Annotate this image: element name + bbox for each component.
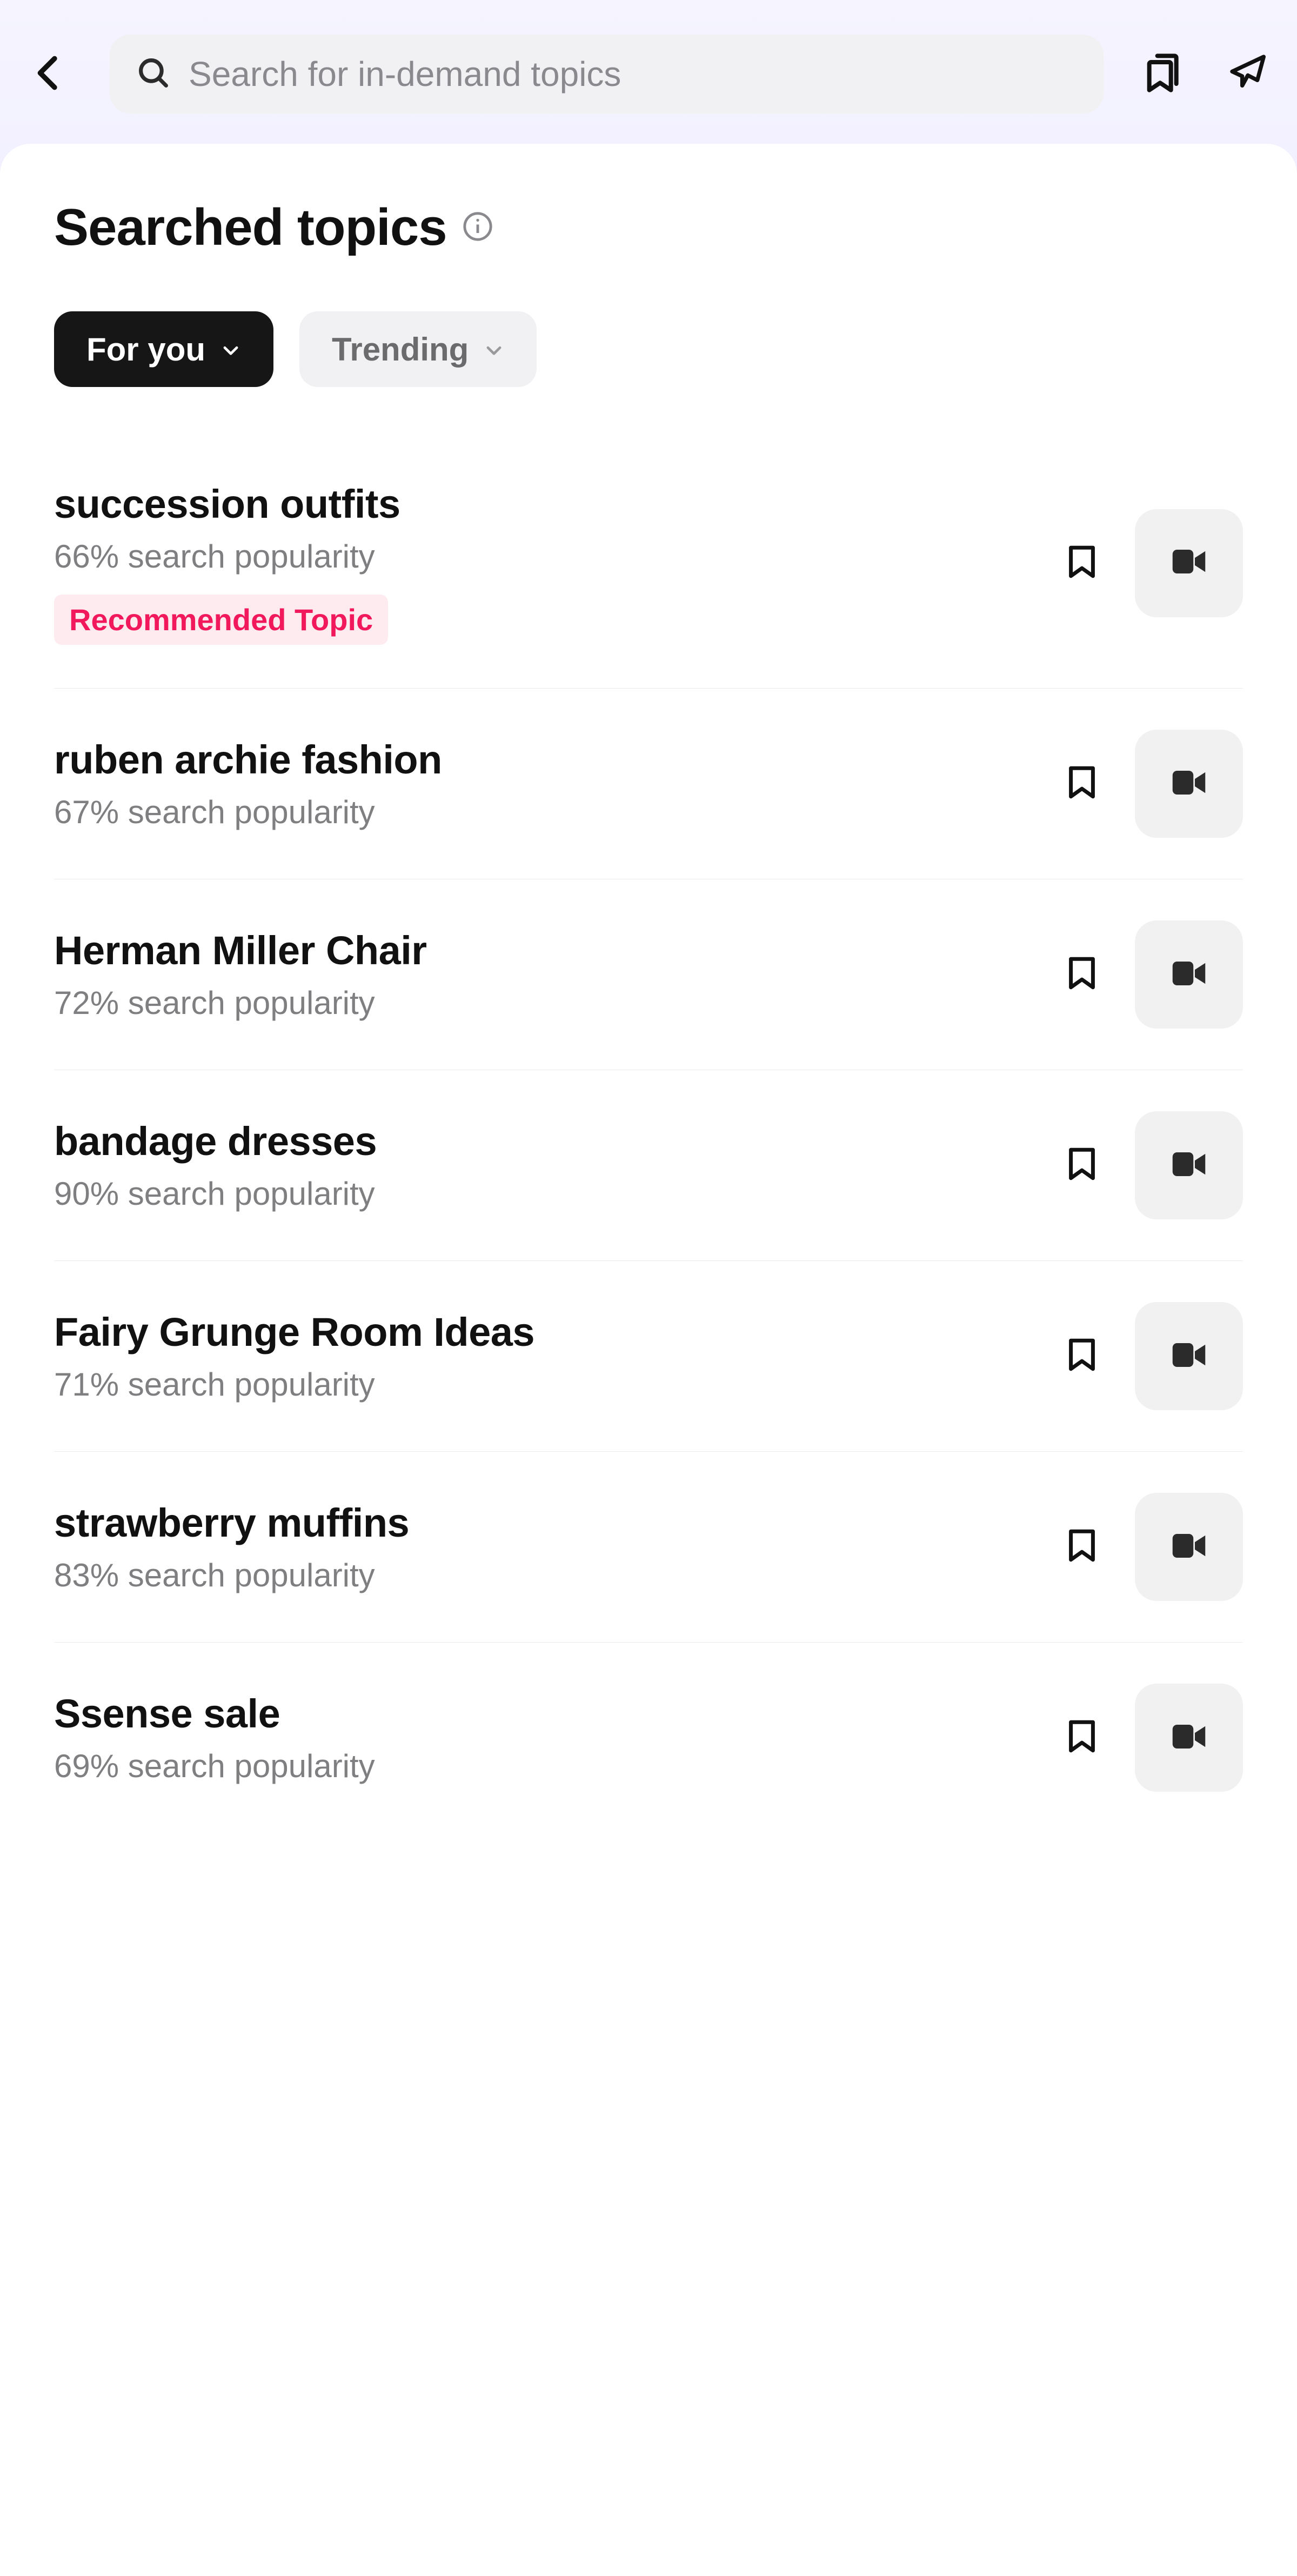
topic-row[interactable]: succession outfits 66% search popularity R… (54, 446, 1243, 689)
bookmark-topic-button[interactable] (1055, 1711, 1109, 1765)
create-video-button[interactable] (1135, 1302, 1243, 1410)
create-video-button[interactable] (1135, 1684, 1243, 1792)
topic-info: Herman Miller Chair 72% search popularity (54, 927, 1029, 1022)
info-button[interactable] (462, 211, 493, 245)
chevron-down-icon (220, 331, 241, 368)
info-icon (462, 235, 493, 244)
bookmark-icon (1063, 1713, 1101, 1762)
search-placeholder: Search for in-demand topics (189, 54, 621, 94)
create-video-button[interactable] (1135, 1111, 1243, 1219)
topic-row[interactable]: bandage dresses 90% search popularity (54, 1070, 1243, 1261)
app-header: Search for in-demand topics (0, 0, 1297, 114)
bookmark-topic-button[interactable] (1055, 757, 1109, 811)
create-video-button[interactable] (1135, 509, 1243, 617)
chevron-down-icon (484, 331, 504, 368)
search-input[interactable]: Search for in-demand topics (110, 35, 1104, 114)
topic-row[interactable]: ruben archie fashion 67% search popularit… (54, 689, 1243, 879)
page-title-row: Searched topics (54, 198, 1243, 257)
topic-popularity: 69% search popularity (54, 1747, 1029, 1785)
topic-info: Ssense sale 69% search popularity (54, 1691, 1029, 1785)
topic-info: succession outfits 66% search popularity R… (54, 481, 1029, 645)
bookmarks-button[interactable] (1141, 51, 1187, 97)
bookmark-icon (1063, 1141, 1101, 1190)
filter-for-you[interactable]: For you (54, 311, 273, 387)
bookmark-topic-button[interactable] (1055, 1329, 1109, 1383)
video-icon (1166, 765, 1212, 803)
topic-title: ruben archie fashion (54, 737, 1029, 783)
create-video-button[interactable] (1135, 730, 1243, 838)
topic-popularity: 71% search popularity (54, 1366, 1029, 1403)
page-title: Searched topics (54, 198, 447, 257)
video-icon (1166, 1146, 1212, 1185)
bookmark-topic-button[interactable] (1055, 1138, 1109, 1192)
topic-info: ruben archie fashion 67% search popularit… (54, 737, 1029, 831)
topic-title: Ssense sale (54, 1691, 1029, 1737)
bookmark-topic-button[interactable] (1055, 947, 1109, 1002)
bookmarks-icon (1143, 51, 1186, 97)
video-icon (1166, 956, 1212, 994)
video-icon (1166, 544, 1212, 582)
topic-info: strawberry muffins 83% search popularity (54, 1500, 1029, 1594)
video-icon (1166, 1528, 1212, 1566)
content-card: Searched topics For you Trending success… (0, 144, 1297, 2522)
video-icon (1166, 1719, 1212, 1757)
search-icon (136, 55, 171, 94)
topic-title: strawberry muffins (54, 1500, 1029, 1546)
bookmark-icon (1063, 759, 1101, 808)
share-button[interactable] (1225, 51, 1271, 97)
filter-row: For you Trending (54, 311, 1243, 387)
topic-popularity: 67% search popularity (54, 793, 1029, 831)
topic-title: Fairy Grunge Room Ideas (54, 1309, 1029, 1355)
filter-trending-label: Trending (332, 331, 469, 368)
chevron-left-icon (28, 51, 71, 97)
bookmark-topic-button[interactable] (1055, 1520, 1109, 1574)
topic-row[interactable]: Herman Miller Chair 72% search popularity (54, 879, 1243, 1070)
topic-popularity: 72% search popularity (54, 984, 1029, 1022)
bookmark-icon (1063, 1523, 1101, 1571)
create-video-button[interactable] (1135, 920, 1243, 1029)
back-button[interactable] (26, 51, 72, 97)
video-icon (1166, 1337, 1212, 1376)
share-icon (1227, 51, 1270, 97)
topic-popularity: 83% search popularity (54, 1557, 1029, 1594)
recommended-badge: Recommended Topic (54, 595, 388, 645)
create-video-button[interactable] (1135, 1493, 1243, 1601)
topic-title: Herman Miller Chair (54, 927, 1029, 973)
filter-for-you-label: For you (86, 331, 205, 368)
topics-list: succession outfits 66% search popularity R… (54, 446, 1243, 1833)
bookmark-topic-button[interactable] (1055, 536, 1109, 590)
topic-info: Fairy Grunge Room Ideas 71% search popula… (54, 1309, 1029, 1403)
bookmark-icon (1063, 950, 1101, 999)
topic-popularity: 66% search popularity (54, 538, 1029, 575)
topic-row[interactable]: Ssense sale 69% search popularity (54, 1643, 1243, 1833)
topic-title: bandage dresses (54, 1118, 1029, 1164)
topic-row[interactable]: Fairy Grunge Room Ideas 71% search popula… (54, 1261, 1243, 1452)
bookmark-icon (1063, 539, 1101, 588)
topic-title: succession outfits (54, 481, 1029, 527)
topic-popularity: 90% search popularity (54, 1175, 1029, 1212)
topic-row[interactable]: strawberry muffins 83% search popularity (54, 1452, 1243, 1643)
bookmark-icon (1063, 1332, 1101, 1380)
topic-info: bandage dresses 90% search popularity (54, 1118, 1029, 1212)
filter-trending[interactable]: Trending (299, 311, 537, 387)
